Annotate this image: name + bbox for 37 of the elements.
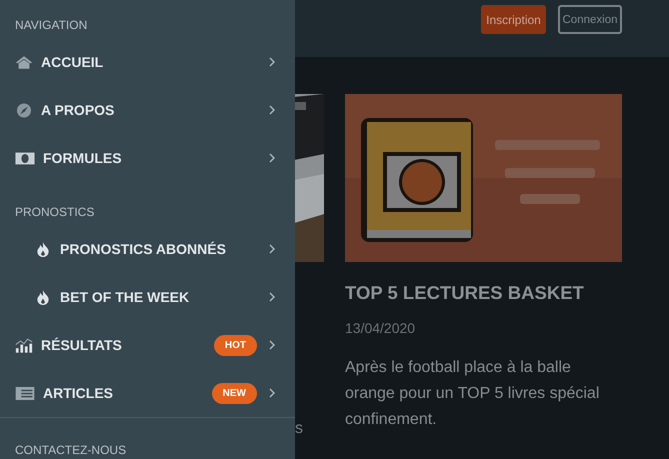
house-icon [15,54,33,70]
bar-chart-icon [15,338,33,352]
menu-item[interactable]: ACCUEIL [0,38,295,86]
menu-badge: HOT [214,334,257,356]
menu-label: FORMULES [43,150,122,166]
chevron-right-icon [269,292,275,302]
chevron-right-icon [269,153,275,163]
chevron-right-icon [269,244,275,254]
menu-item[interactable]: ARTICLES NEW [0,369,295,417]
menu-item[interactable]: A PROPOS [0,86,295,134]
section-heading: CONTACTEZ-NOUS [14,442,128,458]
list-icon [15,386,35,400]
section-heading: PRONOSTICS [14,204,96,220]
chevron-right-icon [269,340,275,350]
menu-badge: NEW [212,382,257,404]
chevron-right-icon [269,388,275,398]
menu-label: A PROPOS [41,102,114,118]
menu-item[interactable]: RÉSULTATS HOT [0,321,295,369]
banknote-icon [15,152,35,164]
menu-item[interactable]: FORMULES [0,134,295,182]
login-button[interactable]: Connexion [558,5,622,34]
article-date: 13/04/2020 [345,320,416,336]
chevron-right-icon [269,105,275,115]
chevron-right-icon [269,57,275,67]
menu-label: PRONOSTICS ABONNÉS [60,241,226,257]
menu-label: BET OF THE WEEK [60,289,190,305]
section-heading: NAVIGATION [14,17,88,33]
article-title[interactable]: TOP 5 LECTURES BASKET [345,282,635,304]
menu-item[interactable]: BET OF THE WEEK [0,273,295,321]
menu-label: ARTICLES [43,385,113,401]
menu-label: RÉSULTATS [41,337,122,353]
register-button[interactable]: Inscription [481,5,546,34]
menu-item[interactable]: PRONOSTICS ABONNÉS [0,225,295,273]
compass-icon [15,102,33,118]
article-excerpt: Après le football place à la balle orange pour un TOP 5 livres spécial confinement. [345,358,600,430]
article-text: s [295,420,303,438]
menu-label: ACCUEIL [41,54,104,70]
